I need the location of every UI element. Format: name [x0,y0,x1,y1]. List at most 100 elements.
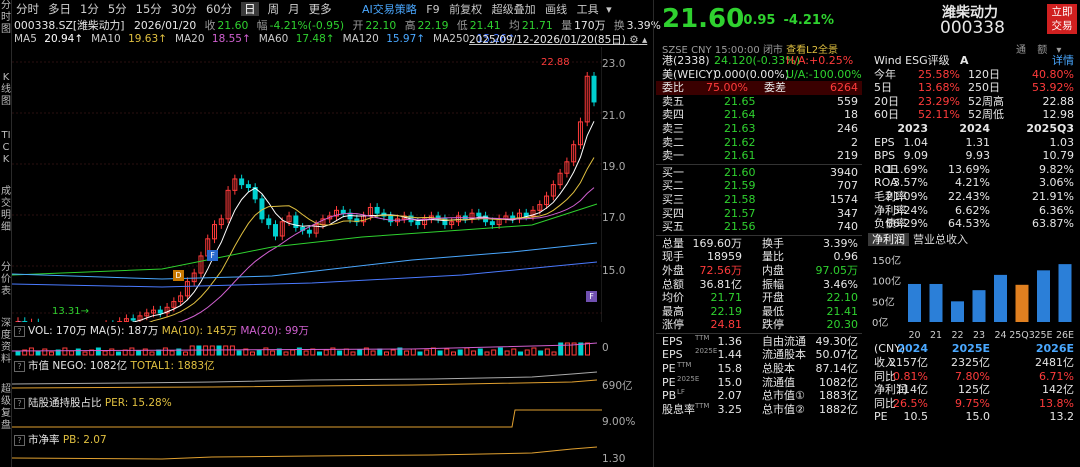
candle [117,317,123,322]
stat-row: 现手 18959 量比 0.96 [662,250,858,264]
open-value: 22.10 [365,19,397,32]
timeframe-tab[interactable]: 月 [288,2,300,16]
chevron-down-icon[interactable]: ▾ [606,3,612,16]
bar-x-label: 23 [973,330,985,341]
gear-icon: ⚙ [629,34,639,46]
timeframe-tab[interactable]: 周 [268,2,280,16]
buy-level: 买二 21.59 707 [662,179,858,193]
candle [273,220,279,241]
tools-button[interactable]: 工具 [577,3,599,16]
timeframe-tab[interactable]: 1分 [80,2,99,16]
weibi-row: 委比 75.00% 委差 6264 [656,81,862,95]
overlay-button[interactable]: 超级叠加 [492,3,536,16]
ma-legend: MA5 20.94↑ MA10 19.63↑ MA20 18.55↑ MA60 17.… [14,32,524,45]
sell-level: 卖二 21.62 2 [662,135,858,149]
trade-now-button[interactable]: 立即交易 [1047,4,1077,34]
d-marker: D [173,270,184,281]
bar-x-label: 20 [908,330,920,341]
avg-label: 均 [509,19,520,32]
timeframe-tab[interactable]: 日 [241,2,259,16]
bar-x-label: 25Q3 [1009,330,1035,341]
chg-label: 幅 [256,19,268,32]
volume-bar [511,348,517,356]
candle [442,214,448,229]
f9-button[interactable]: F9 [426,3,439,16]
forecast-row: 净利润 114亿 125亿 142亿 [874,383,1074,397]
timeframe-tab[interactable]: 60分 [206,2,232,16]
price-axis-label: 21.0 [602,110,626,122]
volume-bar [430,347,436,356]
fuquan-button[interactable]: 前复权 [449,3,482,16]
esg-row: Wind ESG评级 A 详情 [874,54,1074,67]
left-nav-item[interactable]: 超级复盘 [0,384,12,432]
kline-chart[interactable] [12,47,602,322]
timeframe-tab[interactable]: 15分 [136,2,162,16]
volume-bar [49,351,54,356]
f-marker-2: F [586,291,597,302]
ma-legend-item: MA10 19.63↑ [91,33,167,45]
volume-bar [424,349,430,356]
tab-revenue[interactable]: 营业总收入 [909,233,972,247]
bar-x-label: 24 [994,330,1006,341]
fund-row: 股息率 3.25 总市值② 1882亿 TTM [662,401,858,416]
volume-bar [457,349,463,356]
ma-legend-item: MA120 15.97↑ [342,33,426,45]
ma-line [17,121,595,322]
volume-bar [162,347,168,356]
fund-row: PB 2.07 总市值① 1883亿 LF [662,388,858,403]
fin-row: ROA 3.57% 4.21% 3.06% [874,176,1074,190]
left-nav-item[interactable]: 分时图 [0,0,12,36]
left-nav-item[interactable]: 深度资料 [0,318,12,366]
mv-chart [12,371,598,389]
timeframe-tab[interactable]: 分时 [16,2,39,16]
left-nav-item[interactable]: 分价表 [0,262,12,298]
volume-bar [484,351,490,356]
tab-net-profit[interactable]: 净利润 [868,232,909,247]
volume-bar [95,347,101,356]
ma-line [17,187,595,322]
ohlc-info-bar: 000338.SZ[潍柴动力] 2026/01/20 收 21.60 幅 -4.21… [14,17,663,33]
volume-bar [437,350,443,356]
candle [157,305,163,318]
timeframe-tab[interactable]: 30分 [171,2,197,16]
vol-panel-label: ? VOL: 170万 MA(5): 187万 MA(10): 145万 MA(2… [14,323,309,338]
stat-row: 最高 22.19 最低 21.41 [662,304,858,318]
bar-axis-label: 150亿 [872,254,901,267]
left-nav-item[interactable]: TICK [0,130,12,166]
volume-bar [75,348,81,356]
vol-value: 170万 [574,19,606,32]
sell-level: 卖三 21.63 246 [662,121,858,135]
candle [232,174,238,195]
date-range[interactable]: 2025/09/12-2026/01/20(85日) ⚙ ▴ [469,32,647,47]
volume-chart[interactable] [12,337,602,357]
candle [123,314,129,322]
volume-bar [296,347,302,356]
left-nav-strip: 分时图 K线图 TICK 成交明细分价表深度资料超级复盘 [0,0,12,467]
candle [455,211,461,227]
price-axis-label: 19.0 [602,161,626,173]
candle [516,208,522,224]
forecast-row: PE 10.5 15.0 13.2 [874,410,1074,424]
timeframe-tab[interactable]: 更多 [309,2,332,16]
perf-row: 60日 52.11% 52周低 12.98 [874,108,1074,122]
buy-level: 买三 21.58 1574 [662,192,858,206]
candle [22,317,28,322]
candle [340,206,346,218]
timeframe-tab[interactable]: 5分 [108,2,127,16]
candle [112,320,114,322]
volume-bar [236,350,242,356]
chart-area: 分时 多日 1分 5分 15分 30分 60分日周月更多 AI交易策略 F9 前复权 超级叠… [12,0,661,467]
timeframe-tab[interactable]: 多日 [48,2,71,16]
candle [557,168,563,189]
left-nav-item[interactable]: 成交明细 [0,186,12,234]
left-nav-item[interactable]: K线图 [0,72,12,108]
volume-bar [35,350,41,356]
candle [266,214,272,229]
fund-row: PE 15.0 流通值 1082亿 2025E [662,374,858,389]
price-axis-label: 23.0 [602,58,626,70]
draw-button[interactable]: 画线 [545,3,567,16]
volume-bar [317,351,322,356]
ma120-line [12,242,598,280]
high-label: 高 [404,19,416,32]
ai-strategy-button[interactable]: AI交易策略 [362,3,417,16]
